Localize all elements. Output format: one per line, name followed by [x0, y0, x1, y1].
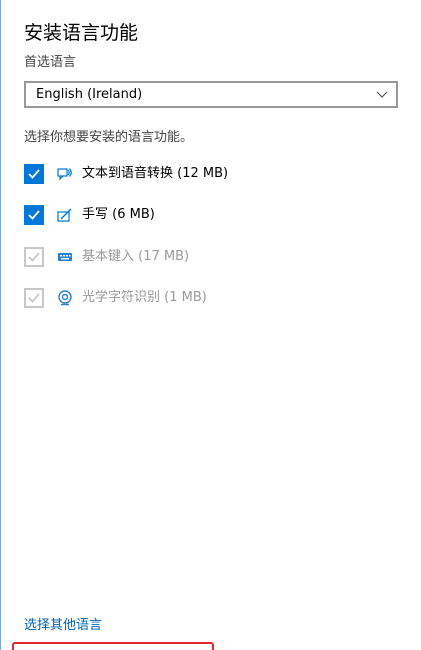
panel-left-border — [0, 0, 1, 650]
chevron-down-icon — [376, 91, 388, 98]
handwriting-icon — [57, 208, 72, 222]
checkmark-icon — [28, 252, 40, 262]
feature-row-ocr: 光学字符识别 (1 MB) — [24, 286, 404, 308]
text-to-speech-checkbox[interactable] — [24, 164, 44, 184]
ocr-label: 光学字符识别 (1 MB) — [82, 290, 207, 305]
install-language-features-panel: 安装语言功能 首选语言 English (Ireland) 选择你想要安装的语言… — [0, 0, 421, 650]
checkmark-icon — [28, 293, 40, 303]
checkmark-icon — [28, 169, 40, 179]
feature-row-text-to-speech[interactable]: 文本到语音转换 (12 MB) — [24, 162, 404, 184]
preferred-language-dropdown[interactable]: English (Ireland) — [24, 81, 398, 108]
basic-typing-checkbox — [24, 247, 44, 267]
speech-icon — [57, 168, 72, 181]
feature-row-handwriting[interactable]: 手写 (6 MB) — [24, 203, 404, 225]
handwriting-checkbox[interactable] — [24, 205, 44, 225]
preferred-language-label: 首选语言 — [24, 55, 77, 70]
choose-other-language-link[interactable]: 选择其他语言 — [24, 617, 102, 635]
feature-row-basic-typing: 基本键入 (17 MB) — [24, 245, 404, 267]
ocr-icon — [58, 290, 72, 306]
ocr-checkbox — [24, 288, 44, 308]
feature-instruction-text: 选择你想要安装的语言功能。 — [24, 130, 194, 145]
handwriting-label: 手写 (6 MB) — [82, 207, 155, 222]
basic-typing-label: 基本键入 (17 MB) — [82, 249, 190, 264]
text-to-speech-label: 文本到语音转换 (12 MB) — [82, 166, 229, 181]
page-title: 安装语言功能 — [24, 22, 139, 44]
checkmark-icon — [28, 210, 40, 220]
preferred-language-value: English (Ireland) — [36, 87, 143, 102]
highlighted-install-button[interactable] — [12, 642, 214, 650]
keyboard-icon — [58, 253, 72, 261]
